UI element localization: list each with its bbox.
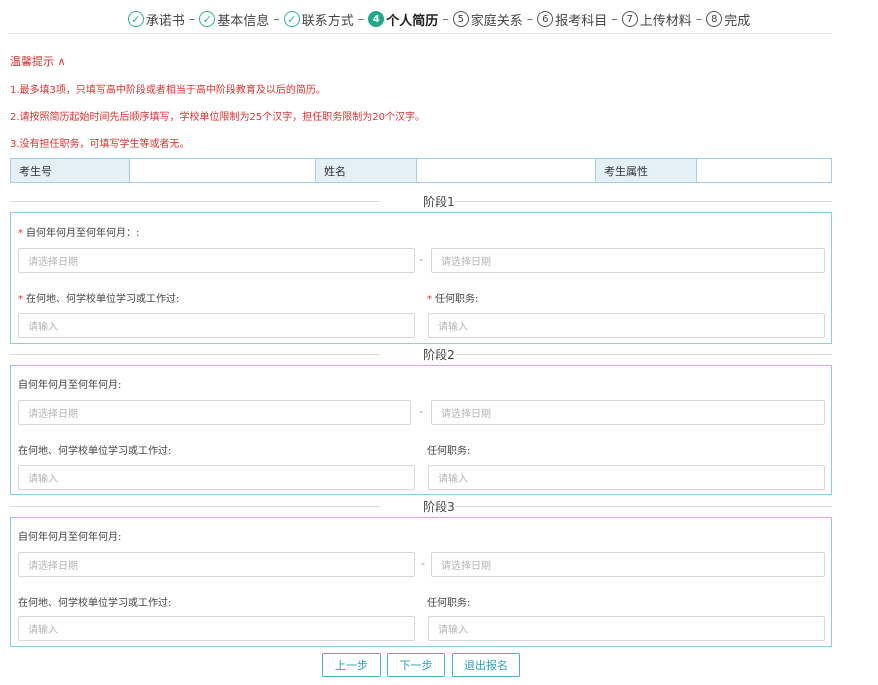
step-progress: ✓ 承诺书 – ✓ 基本信息 – ✓ 联系方式 – 4 个人简历 – 5 家庭关系 – 6…	[0, 6, 878, 32]
name-value	[416, 159, 596, 182]
step-separator: –	[357, 11, 365, 27]
stage-1-position-input[interactable]: 请输入	[428, 313, 825, 338]
step-separator: –	[442, 11, 449, 27]
tip-item: 2.请按照简历起始时间先后顺序填写，学校单位限制为25个汉字，担任职务限制为20…	[10, 112, 425, 123]
stage-2-position-input[interactable]: 请输入	[428, 465, 825, 490]
stage-3-place-label: 在何地、何学校单位学习或工作过:	[18, 598, 172, 609]
label-text: 任何职务:	[435, 294, 479, 305]
exit-registration-button[interactable]: 退出报名	[452, 653, 520, 677]
stage-1-title: 阶段1	[423, 195, 455, 209]
stage-2-title: 阶段2	[423, 348, 455, 362]
stage-1-place-input[interactable]: 请输入	[18, 313, 415, 338]
stage-2-position-label: 任何职务:	[427, 446, 471, 457]
stage-2-place-label: 在何地、何学校单位学习或工作过:	[18, 446, 172, 457]
check-circle-icon: ✓	[127, 11, 144, 27]
stage-1-place-label: * 在何地、何学校单位学习或工作过:	[18, 290, 179, 305]
step-5: 5 家庭关系	[452, 10, 523, 29]
check-circle-icon: ✓	[199, 11, 216, 27]
required-mark: *	[18, 228, 23, 239]
stage-3-end-date-input[interactable]: 请选择日期	[431, 552, 825, 577]
stage-2-place-input[interactable]: 请输入	[18, 465, 415, 490]
stage-3-place-input[interactable]: 请输入	[18, 616, 415, 641]
step-8: 8 完成	[706, 10, 750, 29]
header-divider	[8, 33, 832, 34]
step-separator: –	[188, 11, 196, 27]
next-step-button[interactable]: 下一步	[387, 653, 445, 677]
step-2: ✓ 基本信息	[199, 10, 269, 29]
date-range-dash: -	[419, 253, 423, 266]
exam-number-label: 考生号	[11, 159, 129, 182]
required-mark: *	[427, 294, 432, 305]
step-separator: –	[695, 11, 703, 27]
step-3: ✓ 联系方式	[283, 10, 354, 29]
step-number-icon: 7	[621, 11, 638, 27]
step-label: 个人简历	[386, 13, 439, 29]
candidate-info-row: 考生号 姓名 考生属性	[10, 158, 832, 183]
prev-step-button[interactable]: 上一步	[322, 653, 381, 677]
date-range-dash: -	[421, 557, 425, 570]
tip-item: 1.最多填3项，只填写高中阶段或者相当于高中阶段教育及以后的简历。	[10, 85, 326, 96]
step-number-icon: 8	[706, 11, 723, 27]
step-separator: –	[273, 11, 280, 27]
candidate-attribute-label: 考生属性	[596, 159, 696, 182]
stage-1-position-label: * 任何职务:	[427, 290, 478, 305]
step-1: ✓ 承诺书	[127, 10, 185, 29]
stage-2-start-date-input[interactable]: 请选择日期	[18, 400, 411, 425]
step-label: 基本信息	[217, 13, 270, 29]
tips-toggle[interactable]: 温馨提示 ∧	[10, 53, 66, 69]
stage-1-date-label: * 自何年何月至何年何月：:	[18, 224, 139, 239]
candidate-attribute-value	[696, 159, 831, 182]
required-mark: *	[18, 294, 23, 305]
label-text: 自何年何月至何年何月：:	[26, 228, 140, 239]
stage-3-title: 阶段3	[423, 500, 455, 514]
step-6: 6 报考科目	[537, 10, 607, 29]
step-label: 家庭关系	[470, 13, 523, 29]
stage-1-start-date-input[interactable]: 请选择日期	[18, 248, 415, 273]
step-label: 联系方式	[301, 13, 354, 29]
step-separator: –	[526, 11, 534, 27]
step-label: 上传材料	[639, 13, 692, 29]
step-label: 承诺书	[145, 13, 185, 29]
stage-3-date-label: 自何年何月至何年何月:	[18, 532, 122, 543]
date-range-dash: -	[419, 405, 423, 418]
stage-1-end-date-input[interactable]: 请选择日期	[431, 248, 825, 273]
label-text: 在何地、何学校单位学习或工作过:	[26, 294, 180, 305]
step-4: 4 个人简历	[368, 10, 438, 29]
check-circle-icon: ✓	[283, 11, 300, 27]
stage-2-end-date-input[interactable]: 请选择日期	[431, 400, 825, 425]
name-label: 姓名	[316, 159, 416, 182]
step-label: 报考科目	[555, 13, 608, 29]
stage-3-position-input[interactable]: 请输入	[428, 616, 825, 641]
tip-item: 3.没有担任职务，可填写学生等或者无。	[10, 139, 190, 150]
step-number-icon: 6	[537, 11, 554, 27]
step-separator: –	[611, 11, 618, 27]
step-number-icon: 4	[368, 11, 385, 27]
stage-2-date-label: 自何年何月至何年何月:	[18, 380, 122, 391]
exam-number-value	[129, 159, 316, 182]
step-7: 7 上传材料	[621, 10, 692, 29]
step-number-icon: 5	[452, 11, 469, 27]
step-label: 完成	[724, 13, 751, 29]
stage-3-position-label: 任何职务:	[427, 598, 471, 609]
stage-3-start-date-input[interactable]: 请选择日期	[18, 552, 415, 577]
